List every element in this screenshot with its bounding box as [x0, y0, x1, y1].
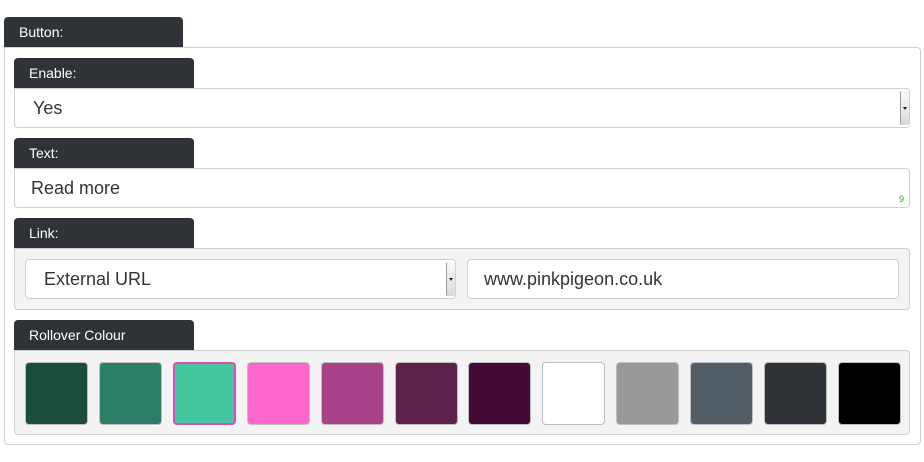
colour-swatch[interactable]	[320, 362, 384, 425]
enable-select-value: Yes	[33, 97, 63, 118]
button-text-value: Read more	[31, 177, 121, 198]
enable-label: Enable:	[29, 65, 77, 81]
link-type-dropdown-arrow[interactable]	[446, 262, 455, 296]
enable-select[interactable]: Yes	[14, 88, 910, 128]
enable-tab: Enable:	[14, 58, 194, 88]
colour-swatch[interactable]	[837, 362, 901, 425]
colour-swatch[interactable]	[98, 362, 162, 425]
text-label: Text:	[29, 145, 59, 161]
colour-swatch[interactable]	[690, 362, 754, 425]
rollover-colour-tab: Rollover Colour	[14, 320, 194, 350]
character-count: 9	[898, 194, 904, 204]
button-section-title: Button:	[19, 24, 64, 40]
link-panel: External URL www.pinkpigeon.co.uk	[14, 248, 910, 310]
colour-swatch[interactable]	[616, 362, 680, 425]
colour-swatch[interactable]	[542, 362, 606, 425]
link-type-value: External URL	[44, 268, 152, 289]
colour-swatch[interactable]	[25, 362, 88, 425]
colour-swatch[interactable]	[246, 362, 310, 425]
button-text-input[interactable]: Read more 9	[14, 168, 910, 208]
link-tab: Link:	[14, 218, 194, 248]
link-url-value: www.pinkpigeon.co.uk	[484, 268, 663, 289]
chevron-down-icon	[903, 106, 907, 110]
colour-swatch[interactable]	[172, 362, 236, 425]
text-tab: Text:	[14, 138, 194, 168]
enable-dropdown-arrow[interactable]	[900, 91, 909, 125]
link-type-select[interactable]: External URL	[25, 259, 456, 299]
rollover-colour-panel	[14, 350, 910, 435]
colour-swatch[interactable]	[764, 362, 827, 425]
rollover-colour-label: Rollover Colour	[29, 327, 126, 343]
chevron-down-icon	[449, 277, 453, 281]
link-label: Link:	[29, 225, 59, 241]
button-section-tab: Button:	[4, 17, 183, 47]
colour-swatch[interactable]	[468, 362, 532, 425]
colour-swatch[interactable]	[394, 362, 458, 425]
link-url-input[interactable]: www.pinkpigeon.co.uk	[467, 259, 899, 299]
